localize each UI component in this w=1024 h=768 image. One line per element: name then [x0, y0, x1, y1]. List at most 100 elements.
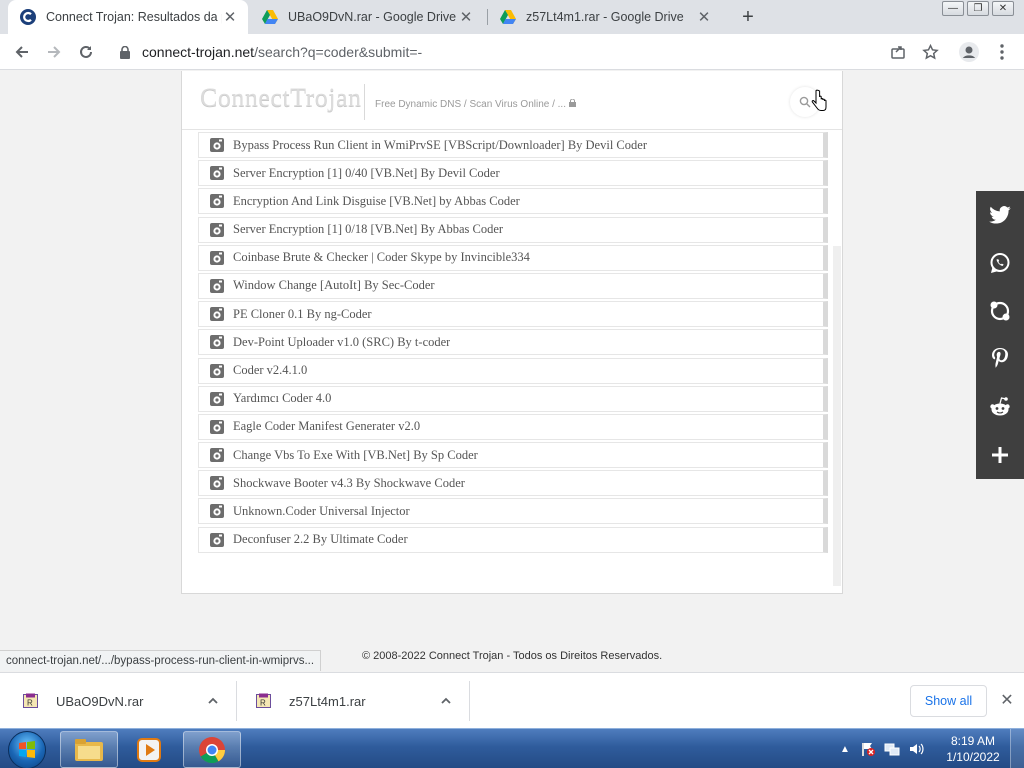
- result-item[interactable]: Shockwave Booter v4.3 By Shockwave Coder: [198, 470, 828, 497]
- result-item[interactable]: Server Encryption [1] 0/40 [VB.Net] By D…: [198, 160, 828, 187]
- network-icon[interactable]: [884, 741, 900, 757]
- clock-time: 8:19 AM: [950, 734, 996, 748]
- share-reddit-button[interactable]: [976, 383, 1024, 431]
- site-tagline: Free Dynamic DNS / Scan Virus Online / .…: [375, 98, 576, 110]
- result-item[interactable]: Server Encryption [1] 0/18 [VB.Net] By A…: [198, 216, 828, 243]
- download-file-icon: [210, 391, 224, 406]
- download-item[interactable]: R z57Lt4m1.rar: [256, 673, 466, 729]
- download-divider: [236, 681, 237, 721]
- tab-strip: Connect Trojan: Resultados da pe ✕ UBaO9…: [0, 0, 1024, 34]
- site-footer: © 2008-2022 Connect Trojan - Todos os Di…: [362, 650, 663, 662]
- page-viewport: ConnectTrojan Free Dynamic DNS / Scan Vi…: [0, 71, 1024, 671]
- result-item[interactable]: Window Change [AutoIt] By Sec-Coder: [198, 272, 828, 299]
- new-tab-button[interactable]: +: [736, 5, 760, 29]
- pinterest-icon: [992, 348, 1008, 368]
- system-tray: ▲: [840, 729, 924, 768]
- result-item[interactable]: Unknown.Coder Universal Injector: [198, 498, 828, 525]
- result-title: Yardımcı Coder 4.0: [233, 391, 332, 406]
- share-more-button[interactable]: [976, 431, 1024, 479]
- download-file-icon: [210, 419, 224, 434]
- share-whatsapp-button[interactable]: [976, 239, 1024, 287]
- site-logo[interactable]: ConnectTrojan: [200, 83, 362, 113]
- reload-button[interactable]: [74, 40, 98, 64]
- result-title: Eagle Coder Manifest Generater v2.0: [233, 419, 421, 434]
- result-title: Server Encryption [1] 0/40 [VB.Net] By D…: [233, 165, 500, 180]
- tab-connect-trojan[interactable]: Connect Trojan: Resultados da pe ✕: [8, 0, 248, 34]
- share-page-icon[interactable]: [888, 42, 908, 62]
- plus-icon: [992, 447, 1008, 463]
- tagline-text: Free Dynamic DNS / Scan Virus Online / .…: [375, 99, 566, 110]
- whatsapp-icon: [990, 253, 1010, 273]
- chrome-menu-icon[interactable]: [992, 42, 1012, 62]
- close-download-shelf-icon[interactable]: ✕: [998, 691, 1016, 709]
- close-tab-icon[interactable]: ✕: [696, 9, 712, 26]
- share-pinterest-button[interactable]: [976, 335, 1024, 383]
- download-file-icon: [210, 307, 224, 322]
- result-item[interactable]: Coinbase Brute & Checker | Coder Skype b…: [198, 244, 828, 271]
- result-item[interactable]: Bypass Process Run Client in WmiPrvSE [V…: [198, 132, 828, 158]
- close-tab-icon[interactable]: ✕: [222, 9, 238, 26]
- show-hidden-icons-icon[interactable]: ▲: [840, 744, 850, 755]
- result-title: Change Vbs To Exe With [VB.Net] By Sp Co…: [233, 447, 478, 462]
- tab-title: UBaO9DvN.rar - Google Drive: [288, 10, 457, 24]
- bookmark-star-icon[interactable]: [920, 42, 940, 62]
- close-tab-icon[interactable]: ✕: [458, 9, 474, 26]
- show-all-downloads-button[interactable]: Show all: [910, 685, 987, 717]
- folder-icon: [75, 738, 103, 761]
- taskbar-chrome[interactable]: [183, 731, 241, 768]
- windows-taskbar: ▲ 8:19 AM 1/10/2022: [0, 728, 1024, 768]
- result-item[interactable]: PE Cloner 0.1 By ng-Coder: [198, 301, 828, 328]
- chevron-up-icon[interactable]: [207, 695, 219, 707]
- download-file-icon: [210, 335, 224, 350]
- back-button[interactable]: [10, 40, 34, 64]
- profile-avatar-icon[interactable]: [959, 42, 979, 62]
- minimize-window-button[interactable]: —: [942, 1, 964, 16]
- download-shelf: R UBaO9DvN.rar R z57Lt4m1.rar Show all ✕: [0, 672, 1024, 728]
- url-host: connect-trojan.net: [142, 44, 255, 60]
- result-title: Deconfuser 2.2 By Ultimate Coder: [233, 532, 408, 547]
- action-center-flag-icon[interactable]: [860, 741, 876, 757]
- chrome-icon: [199, 736, 226, 763]
- download-file-icon: [210, 166, 224, 181]
- lock-icon: [120, 45, 130, 59]
- result-item[interactable]: Change Vbs To Exe With [VB.Net] By Sp Co…: [198, 442, 828, 469]
- back-arrow-icon: [15, 46, 28, 58]
- download-file-icon: [210, 476, 224, 491]
- scrollbar[interactable]: [833, 246, 841, 586]
- result-item[interactable]: Coder v2.4.1.0: [198, 357, 828, 384]
- chevron-up-icon[interactable]: [440, 695, 452, 707]
- media-player-icon: [137, 737, 161, 762]
- result-title: Encryption And Link Disguise [VB.Net] by…: [233, 193, 520, 208]
- download-item[interactable]: R UBaO9DvN.rar: [23, 673, 233, 729]
- share-twitter-button[interactable]: [976, 191, 1024, 239]
- twitter-icon: [989, 206, 1011, 224]
- result-item[interactable]: Encryption And Link Disguise [VB.Net] by…: [198, 188, 828, 215]
- close-window-button[interactable]: ✕: [992, 1, 1014, 16]
- download-file-icon: [210, 250, 224, 265]
- show-desktop-button[interactable]: [1010, 729, 1024, 768]
- reload-icon: [80, 45, 92, 58]
- download-divider: [469, 681, 470, 721]
- tab-drive-ubao9dvn[interactable]: UBaO9DvN.rar - Google Drive ✕: [250, 0, 484, 34]
- result-item[interactable]: Dev-Point Uploader v1.0 (SRC) By t-coder: [198, 329, 828, 356]
- tab-drive-z57lt4m1[interactable]: z57Lt4m1.rar - Google Drive ✕: [488, 0, 722, 34]
- address-bar[interactable]: connect-trojan.net/search?q=coder&submit…: [108, 37, 928, 67]
- result-title: PE Cloner 0.1 By ng-Coder: [233, 306, 372, 321]
- forward-button[interactable]: [42, 40, 66, 64]
- download-file-icon: [210, 363, 224, 378]
- start-button[interactable]: [8, 731, 46, 768]
- tab-title: z57Lt4m1.rar - Google Drive: [526, 10, 684, 24]
- windows-logo-icon: [19, 741, 35, 758]
- share-skype-button[interactable]: [976, 287, 1024, 335]
- restore-window-button[interactable]: ❐: [967, 1, 989, 16]
- reddit-icon: [990, 397, 1010, 416]
- volume-icon[interactable]: [908, 741, 924, 757]
- taskbar-media-player[interactable]: [120, 731, 178, 768]
- result-item[interactable]: Eagle Coder Manifest Generater v2.0: [198, 413, 828, 440]
- result-item[interactable]: Yardımcı Coder 4.0: [198, 385, 828, 412]
- download-file-icon: [210, 138, 224, 152]
- taskbar-explorer[interactable]: [60, 731, 118, 768]
- download-filename: z57Lt4m1.rar: [289, 693, 366, 709]
- system-clock[interactable]: 8:19 AM 1/10/2022: [940, 733, 1006, 765]
- result-item[interactable]: Deconfuser 2.2 By Ultimate Coder: [198, 526, 828, 553]
